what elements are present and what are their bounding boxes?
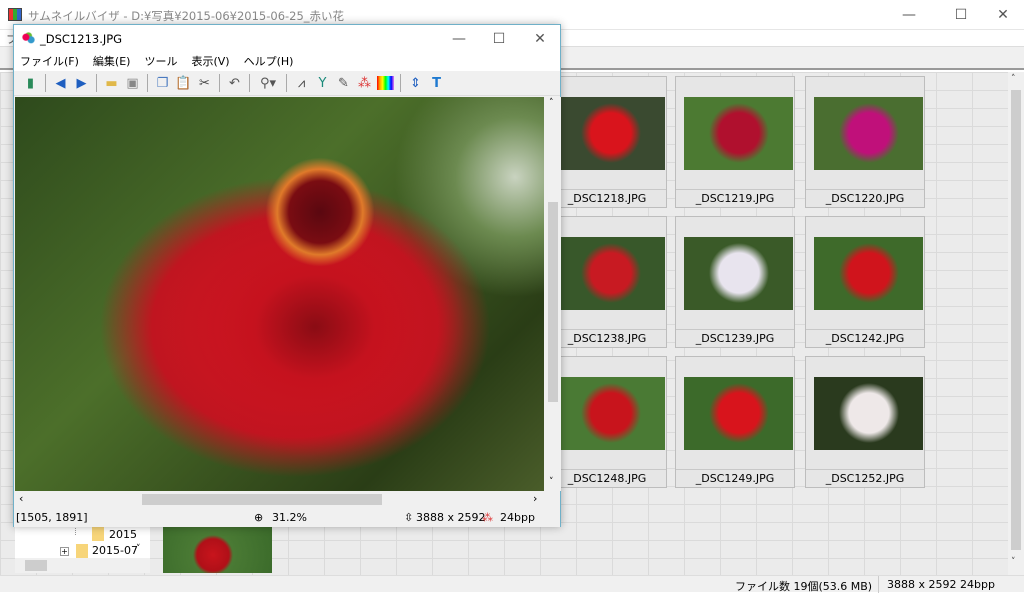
tree-item[interactable]: 2015-07: [92, 544, 138, 557]
image-size: 3888 x 2592: [416, 511, 486, 524]
zoom-level: 31.2%: [272, 511, 307, 524]
thumbnail-label: _DSC1248.JPG: [548, 469, 666, 487]
thumbnail-card[interactable]: _DSC1252.JPG: [805, 356, 925, 488]
thumbnail-image: [556, 97, 665, 170]
app-icon: [8, 8, 22, 21]
thumbnail-image: [814, 377, 923, 450]
thumbnail-image: [814, 97, 923, 170]
viewer-horizontal-scrollbar[interactable]: ‹ ›: [15, 491, 545, 508]
exit-icon[interactable]: ▮: [22, 75, 39, 92]
thumbnail-image: [684, 97, 793, 170]
thumbnail-card[interactable]: _DSC1219.JPG: [675, 76, 795, 208]
color-depth: 24bpp: [500, 511, 535, 524]
menu-view[interactable]: 表示(V): [191, 53, 229, 71]
expand-icon[interactable]: +: [60, 547, 69, 556]
resize-icon[interactable]: ⇕: [407, 75, 424, 92]
back-icon[interactable]: ◀: [52, 75, 69, 92]
menu-help[interactable]: ヘルプ(H): [244, 53, 294, 71]
thumbnail-label: _DSC1220.JPG: [806, 189, 924, 207]
thumbnail-label: _DSC1249.JPG: [676, 469, 794, 487]
viewer-app-icon: [22, 32, 35, 45]
close-button[interactable]: ✕: [980, 0, 1024, 30]
thumbnail-image: [556, 237, 665, 310]
copy-icon[interactable]: ❐: [154, 75, 171, 92]
thumbnail-card[interactable]: _DSC1220.JPG: [805, 76, 925, 208]
maximize-button[interactable]: ☐: [938, 0, 984, 30]
tree-item[interactable]: 2015: [109, 528, 137, 541]
image-info: 3888 x 2592 24bpp: [887, 578, 995, 591]
thumbnail-label: _DSC1238.JPG: [548, 329, 666, 347]
viewer-title-bar: _DSC1213.JPG — ☐ ✕: [14, 25, 560, 53]
thumbnail-card[interactable]: _DSC1249.JPG: [675, 356, 795, 488]
minimize-button[interactable]: —: [886, 0, 932, 30]
viewer-maximize-button[interactable]: ☐: [476, 25, 522, 53]
text-icon[interactable]: T: [428, 75, 445, 92]
sharpen-icon[interactable]: ✎: [335, 75, 352, 92]
palette-icon[interactable]: [377, 76, 394, 90]
cursor-coords: [1505, 1891]: [16, 511, 88, 524]
thumbnail-card[interactable]: _DSC1238.JPG: [547, 216, 667, 348]
main-image[interactable]: [15, 97, 544, 491]
open-folder-icon[interactable]: ▬: [103, 75, 120, 92]
thumbnail-label: _DSC1242.JPG: [806, 329, 924, 347]
thumbnail-image: [556, 377, 665, 450]
viewer-menu-bar: ファイル(F) 編集(E) ツール 表示(V) ヘルプ(H): [14, 53, 560, 71]
forward-icon[interactable]: ▶: [73, 75, 90, 92]
paste-icon[interactable]: 📋: [175, 75, 192, 92]
thumbnail-label: _DSC1219.JPG: [676, 189, 794, 207]
histogram-icon[interactable]: ⩘: [293, 75, 310, 92]
thumbnail-label: _DSC1239.JPG: [676, 329, 794, 347]
viewer-vertical-scrollbar[interactable]: ˄ ˅: [545, 97, 561, 491]
zoom-icon: ⊕: [254, 511, 264, 524]
folder-icon: [76, 544, 88, 558]
viewer-status-bar: [1505, 1891] ⊕ 31.2% ⇳ 3888 x 2592 ⁂ 24b…: [14, 509, 560, 527]
tree-hscrollbar[interactable]: [15, 558, 150, 573]
thumbnail-card[interactable]: _DSC1218.JPG: [547, 76, 667, 208]
size-icon: ⇳: [404, 511, 414, 524]
folder-tree: 2015 + 2015-07 ˅: [15, 525, 150, 573]
thumbnail-label: _DSC1218.JPG: [548, 189, 666, 207]
main-status-bar: ファイル数 19個(53.6 MB) 3888 x 2592 24bpp: [0, 575, 1024, 593]
thumbnail-card[interactable]: _DSC1248.JPG: [547, 356, 667, 488]
viewer-title: _DSC1213.JPG: [40, 32, 123, 46]
thumbnail-label: _DSC1252.JPG: [806, 469, 924, 487]
undo-icon[interactable]: ↶: [226, 75, 243, 92]
thumbnail-image: [814, 237, 923, 310]
main-title: サムネイルバイザ - D:¥写真¥2015-06¥2015-06-25_赤い花: [28, 9, 345, 23]
viewer-toolbar: ▮ ◀ ▶ ▬ ▣ ❐ 📋 ✂ ↶ ⚲▾ ⩘ Y ✎ ⁂ ⇕ T: [14, 71, 560, 96]
vertical-scrollbar[interactable]: ˄ ˅: [1008, 72, 1024, 575]
thumbnail-image: [684, 237, 793, 310]
color-balance-icon[interactable]: ⁂: [356, 75, 373, 92]
levels-icon[interactable]: Y: [314, 75, 331, 92]
zoom-icon[interactable]: ⚲▾: [256, 75, 280, 92]
menu-edit[interactable]: 編集(E): [93, 53, 131, 71]
color-depth-icon: ⁂: [482, 511, 493, 524]
menu-tools[interactable]: ツール: [144, 53, 177, 71]
cut-icon[interactable]: ✂: [196, 75, 213, 92]
thumbnail-card[interactable]: _DSC1239.JPG: [675, 216, 795, 348]
viewer-close-button[interactable]: ✕: [517, 25, 563, 53]
save-icon[interactable]: ▣: [124, 75, 141, 92]
thumbnail-image: [684, 377, 793, 450]
menu-file[interactable]: ファイル(F): [20, 53, 79, 71]
thumbnail-card[interactable]: _DSC1242.JPG: [805, 216, 925, 348]
image-viewer-window: _DSC1213.JPG — ☐ ✕ ファイル(F) 編集(E) ツール 表示(…: [13, 24, 561, 527]
folder-icon: [92, 527, 104, 541]
preview-thumbnail: [163, 525, 272, 573]
